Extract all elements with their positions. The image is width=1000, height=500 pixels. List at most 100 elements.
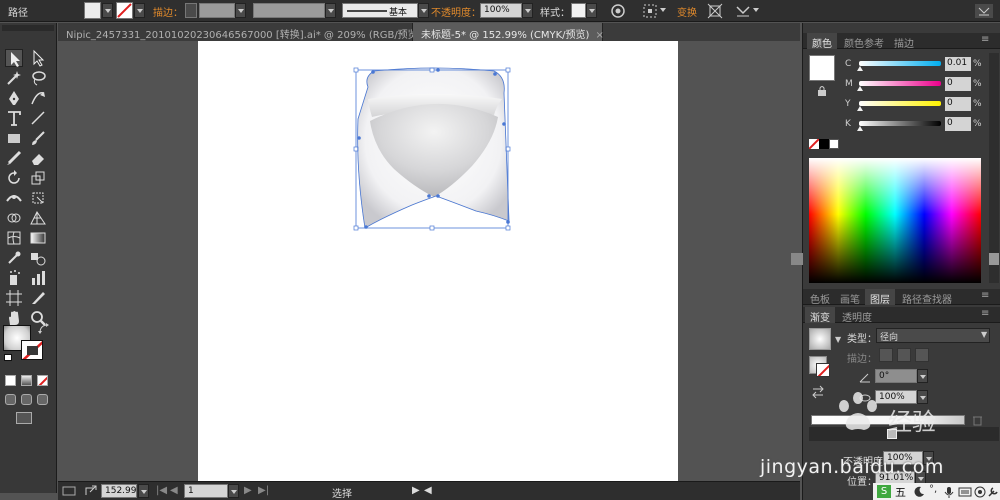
type-dropdown-arrow[interactable]: ▼ xyxy=(981,330,987,339)
width-tool[interactable] xyxy=(5,189,23,207)
gradient-preview[interactable] xyxy=(809,328,831,350)
cyan-slider-row[interactable]: C 0.01 % xyxy=(803,57,1000,73)
scale-tool[interactable] xyxy=(29,169,47,187)
panel-menu-icon[interactable]: ≡ xyxy=(981,290,989,301)
eyedropper-tool[interactable] xyxy=(5,249,23,267)
magenta-knob[interactable] xyxy=(857,86,863,91)
graphic-style-dropdown[interactable] xyxy=(586,3,597,18)
pen-tool[interactable] xyxy=(5,89,23,107)
pencil-tool[interactable] xyxy=(5,149,23,167)
export-icon[interactable] xyxy=(84,485,98,497)
gradient-type-select[interactable]: 径向 xyxy=(876,328,990,343)
panel-menu-icon[interactable]: ≡ xyxy=(981,34,989,45)
graphic-style-swatch[interactable] xyxy=(571,3,586,18)
brush-dropdown[interactable] xyxy=(418,3,429,18)
yellow-value[interactable]: 0 xyxy=(945,97,971,111)
transform-label[interactable]: 变换 xyxy=(677,4,697,19)
canvas-area[interactable] xyxy=(58,41,800,494)
yellow-slider-row[interactable]: Y 0 % xyxy=(803,97,1000,113)
draw-behind-button[interactable] xyxy=(21,394,32,405)
fill-dropdown[interactable] xyxy=(102,3,113,18)
blend-tool[interactable] xyxy=(29,249,47,267)
eraser-tool[interactable] xyxy=(29,149,47,167)
none-mode-button[interactable] xyxy=(37,375,48,386)
paintbrush-tool[interactable] xyxy=(29,129,47,147)
tab-color[interactable]: 颜色 xyxy=(807,33,837,50)
status-menu-arrow-icon[interactable]: ▶ xyxy=(412,485,420,496)
rotate-tool[interactable] xyxy=(5,169,23,187)
stroke-swatch[interactable] xyxy=(116,2,133,19)
collar-artwork[interactable] xyxy=(198,41,678,481)
cyan-slider[interactable] xyxy=(859,61,941,66)
zoom-dropdown[interactable] xyxy=(138,484,149,498)
white-swatch[interactable] xyxy=(829,139,839,149)
zoom-input[interactable]: 152.99 xyxy=(101,484,137,498)
fill-swatch[interactable] xyxy=(84,2,101,19)
stroke-weight-stepper[interactable] xyxy=(185,3,197,18)
lasso-tool[interactable] xyxy=(29,69,47,87)
line-segment-tool[interactable] xyxy=(29,109,47,127)
first-artboard-icon[interactable]: |◀ xyxy=(156,485,167,496)
cyan-knob[interactable] xyxy=(857,66,863,71)
opacity-dropdown[interactable] xyxy=(522,3,533,18)
gradient-stroke-indicator[interactable] xyxy=(816,363,830,377)
stroke-dropdown[interactable] xyxy=(134,3,145,18)
moon-icon[interactable] xyxy=(913,486,925,498)
reverse-gradient-icon[interactable] xyxy=(811,385,825,399)
panel-menu-icon[interactable] xyxy=(975,4,993,18)
tab-layers[interactable]: 图层 xyxy=(865,289,895,306)
microphone-icon[interactable] xyxy=(943,486,955,498)
screen-mode-button[interactable] xyxy=(16,412,32,424)
input-method-logo[interactable]: S xyxy=(877,485,891,498)
swap-fill-stroke-icon[interactable] xyxy=(38,323,50,335)
toolbar-grip[interactable] xyxy=(2,25,54,31)
artboard-dropdown[interactable] xyxy=(228,484,239,498)
gradient-tool[interactable] xyxy=(29,229,47,247)
none-swatch[interactable] xyxy=(809,139,819,149)
black-value[interactable]: 0 xyxy=(945,117,971,131)
close-icon[interactable]: × xyxy=(595,30,603,41)
stroke-color-box[interactable] xyxy=(21,340,43,360)
punctuation-icon[interactable]: °, xyxy=(929,484,937,495)
color-spectrum[interactable] xyxy=(809,158,981,283)
black-knob[interactable] xyxy=(857,126,863,131)
gradient-preset-dropdown[interactable]: ▼ xyxy=(835,335,841,344)
yellow-slider[interactable] xyxy=(859,101,941,106)
brush-definition[interactable]: 基本 xyxy=(342,3,418,18)
angle-input[interactable]: 0° xyxy=(875,369,917,383)
align-dropdown[interactable] xyxy=(658,3,669,18)
artboard-number-input[interactable]: 1 xyxy=(184,484,228,498)
magic-wand-tool[interactable] xyxy=(5,69,23,87)
stroke-label[interactable]: 描边： xyxy=(153,4,183,19)
panel-menu-icon[interactable]: ≡ xyxy=(981,308,989,319)
black-swatch[interactable] xyxy=(819,139,829,149)
tab-brushes[interactable]: 画笔 xyxy=(835,289,865,306)
cyan-value[interactable]: 0.01 xyxy=(945,57,971,71)
curvature-tool[interactable] xyxy=(29,89,47,107)
perspective-grid-tool[interactable] xyxy=(29,209,47,227)
column-graph-tool[interactable] xyxy=(29,269,47,287)
tab-swatches[interactable]: 色板 xyxy=(805,289,835,306)
magenta-slider[interactable] xyxy=(859,81,941,86)
panel-scrollbar[interactable] xyxy=(989,53,999,283)
draw-inside-button[interactable] xyxy=(37,394,48,405)
skin-icon[interactable] xyxy=(974,486,986,498)
yellow-knob[interactable] xyxy=(857,106,863,111)
align-icon[interactable] xyxy=(642,3,658,19)
direct-selection-tool[interactable] xyxy=(29,49,47,67)
type-tool[interactable] xyxy=(5,109,23,127)
default-colors-button[interactable] xyxy=(4,354,12,361)
symbol-sprayer-tool[interactable] xyxy=(5,269,23,287)
tab-gradient[interactable]: 渐变 xyxy=(805,307,835,324)
wrench-icon[interactable] xyxy=(987,486,999,498)
angle-dropdown[interactable] xyxy=(917,369,928,383)
previous-artboard-icon[interactable]: ◀ xyxy=(170,485,178,496)
stroke-weight-dropdown[interactable] xyxy=(235,3,246,18)
slice-tool[interactable] xyxy=(29,289,47,307)
more-dropdown[interactable] xyxy=(751,3,762,18)
ime-mode-label[interactable]: 五 xyxy=(895,484,906,500)
shape-builder-tool[interactable] xyxy=(5,209,23,227)
artboard[interactable] xyxy=(198,41,678,481)
keyboard-icon[interactable] xyxy=(958,486,972,498)
opacity-input[interactable]: 100% xyxy=(480,3,522,18)
